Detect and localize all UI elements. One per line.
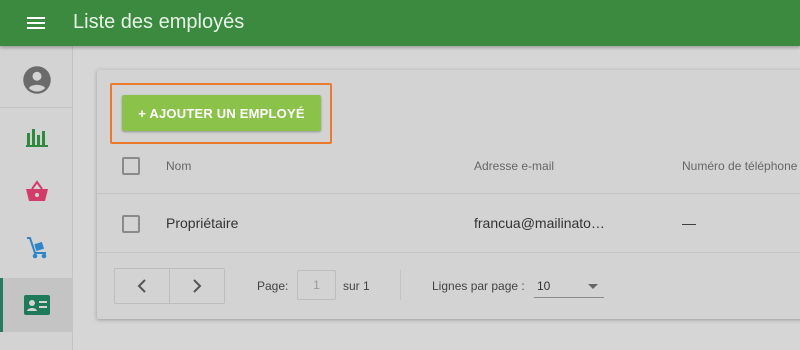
row-checkbox[interactable]	[122, 215, 140, 233]
pagination-divider	[400, 270, 401, 300]
app-bar: Liste des employés	[0, 0, 800, 46]
column-header-email[interactable]: Adresse e-mail	[474, 159, 554, 173]
account-circle-icon	[22, 65, 51, 94]
rows-per-page-value: 10	[537, 279, 551, 293]
sidebar-item-inventory[interactable]	[0, 221, 73, 275]
chevron-left-icon	[137, 279, 146, 293]
hand-truck-icon	[26, 237, 46, 259]
chevron-down-icon	[588, 284, 598, 289]
menu-icon[interactable]	[25, 15, 47, 31]
cell-email[interactable]: francua@mailinato…	[474, 215, 605, 231]
cell-name[interactable]: Propriétaire	[166, 215, 238, 231]
row-divider	[97, 252, 800, 253]
rows-per-page-label: Lignes par page :	[432, 279, 525, 293]
chevron-right-icon	[193, 279, 202, 293]
add-button-highlight	[110, 83, 332, 144]
sidebar-item-user[interactable]	[0, 52, 73, 108]
page-number-input[interactable]: 1	[297, 270, 336, 300]
select-all-checkbox[interactable]	[122, 157, 140, 175]
page-title: Liste des employés	[73, 11, 245, 33]
sidebar-item-sales[interactable]	[0, 164, 73, 218]
column-header-phone[interactable]: Numéro de téléphone	[682, 159, 797, 173]
sidebar	[0, 46, 73, 350]
sidebar-item-reports[interactable]	[0, 110, 73, 164]
employee-card-icon	[23, 295, 50, 315]
page-count-label: sur 1	[343, 279, 370, 293]
bar-chart-icon	[25, 129, 48, 147]
cell-phone[interactable]: —	[682, 215, 696, 231]
column-header-name[interactable]: Nom	[166, 159, 191, 173]
rows-per-page-select[interactable]: 10	[534, 276, 604, 298]
previous-page-button[interactable]	[115, 269, 170, 303]
basket-icon	[25, 180, 48, 201]
pager-buttons	[114, 268, 225, 304]
header-divider	[97, 193, 800, 194]
next-page-button[interactable]	[170, 269, 225, 303]
page-label: Page:	[257, 279, 289, 293]
sidebar-item-employees[interactable]	[0, 278, 73, 332]
